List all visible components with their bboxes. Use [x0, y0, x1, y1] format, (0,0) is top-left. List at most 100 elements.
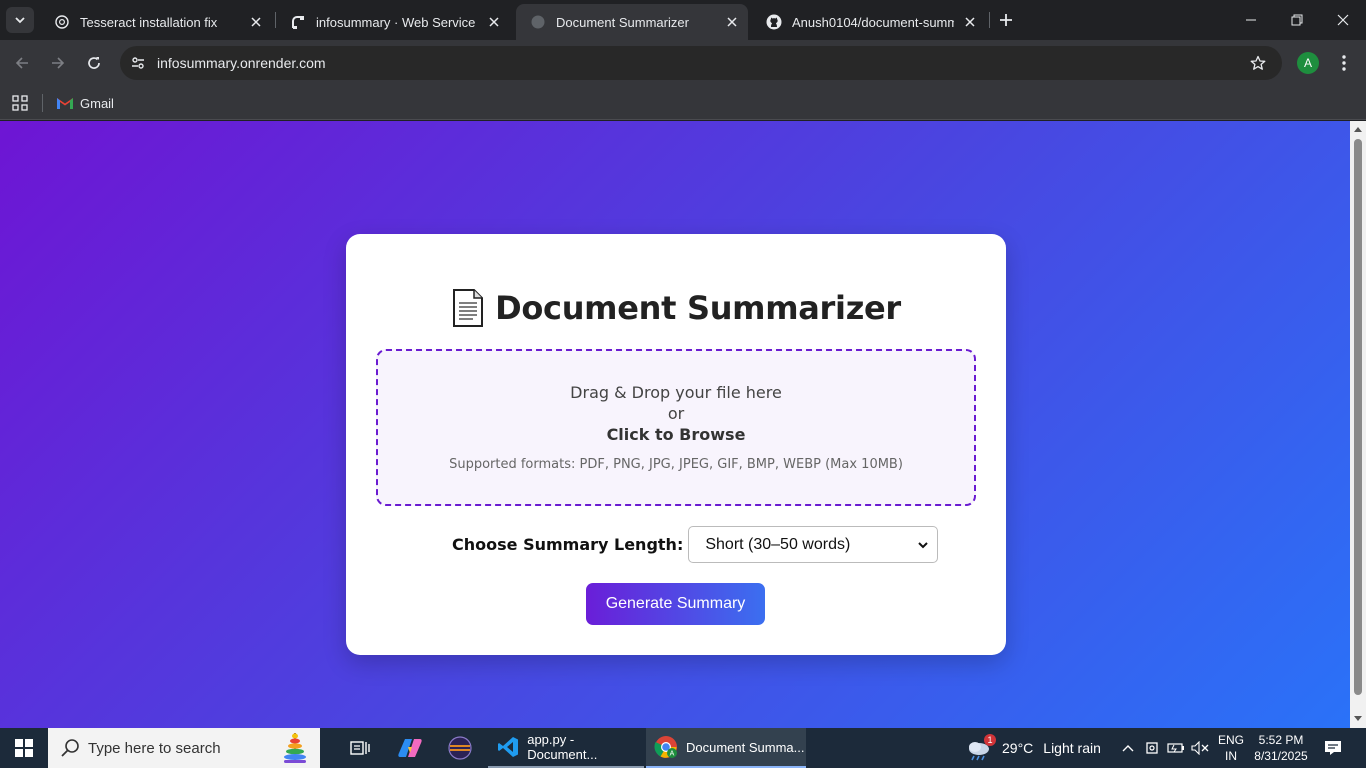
volume-muted-icon[interactable] [1190, 738, 1210, 758]
tab-separator [989, 12, 990, 28]
clock-date: 8/31/2025 [1254, 749, 1308, 763]
scroll-down-icon[interactable] [1353, 714, 1363, 724]
meet-now-icon[interactable] [1142, 738, 1162, 758]
arrow-left-icon [15, 57, 28, 69]
tab-title: Tesseract installation fix [80, 14, 218, 30]
chevron-up-icon [1122, 745, 1134, 752]
summary-length-label: Choose Summary Length: [452, 535, 684, 554]
minimize-icon [1246, 19, 1256, 21]
search-icon [61, 739, 79, 757]
tab-github[interactable]: Anush0104/document-summarizer [752, 4, 986, 40]
summarizer-card: Document Summarizer Drag & Drop your fil… [346, 234, 1006, 655]
language-code: ENG [1217, 733, 1244, 747]
close-icon[interactable] [246, 12, 266, 32]
close-icon[interactable] [960, 12, 980, 32]
tab-tesseract[interactable]: Tesseract installation fix [40, 4, 272, 40]
page-title: Document Summarizer [346, 289, 1006, 327]
summary-length-row: Choose Summary Length: Short (30–50 word… [452, 526, 939, 563]
taskbar-app-label: Document Summa... [686, 739, 805, 755]
close-icon[interactable] [722, 12, 742, 32]
tab-search-button[interactable] [6, 7, 34, 33]
page-title-text: Document Summarizer [495, 289, 901, 327]
supported-formats: Supported formats: PDF, PNG, JPG, JPEG, … [449, 457, 903, 472]
tab-title: Anush0104/document-summarizer [792, 14, 954, 30]
reload-icon [88, 57, 100, 69]
bookmark-label: Gmail [80, 95, 114, 111]
close-window-button[interactable] [1320, 0, 1366, 40]
summary-length-select[interactable]: Short (30–50 words) [688, 526, 939, 563]
windows-logo-icon [15, 739, 33, 757]
show-hidden-icons[interactable] [1118, 738, 1138, 758]
rain-cloud-icon: 1 [966, 734, 996, 761]
start-button[interactable] [0, 728, 48, 768]
browse-link[interactable]: Click to Browse [378, 425, 974, 444]
copilot-button[interactable] [386, 728, 434, 768]
page-scrollbar[interactable] [1350, 121, 1366, 728]
language-indicator[interactable]: ENG IN [1216, 732, 1246, 764]
profile-avatar[interactable]: A [1297, 52, 1319, 74]
forward-button[interactable] [44, 49, 72, 77]
scrollbar-thumb[interactable] [1354, 139, 1362, 695]
browser-toolbar: infosummary.onrender.com A [0, 40, 1366, 86]
reload-button[interactable] [80, 49, 108, 77]
ring-stack-toy-icon [284, 733, 306, 763]
page-viewport: Document Summarizer Drag & Drop your fil… [0, 121, 1350, 728]
copilot-icon [398, 739, 422, 757]
svg-text:A: A [670, 751, 675, 758]
eclipse-button[interactable] [436, 728, 484, 768]
taskbar-app-label: app.py - Document... [527, 732, 598, 762]
taskbar-search-box[interactable]: Type here to search [48, 728, 320, 768]
new-tab-button[interactable] [994, 8, 1018, 32]
tab-document-summarizer[interactable]: Document Summarizer [516, 4, 748, 40]
tab-render[interactable]: infosummary · Web Service · Render [276, 4, 510, 40]
weather-widget[interactable]: 1 29°C Light rain [966, 728, 1101, 768]
eclipse-icon [448, 736, 472, 760]
battery-icon[interactable] [1166, 738, 1186, 758]
search-placeholder: Type here to search [88, 739, 221, 757]
taskbar-app-vscode[interactable]: app.py - Document... [488, 728, 644, 768]
document-icon [453, 289, 484, 327]
tab-strip: Tesseract installation fix infosummary ·… [0, 0, 1366, 40]
generate-summary-button[interactable]: Generate Summary [586, 583, 765, 625]
more-options-icon[interactable] [1332, 50, 1356, 76]
restore-button[interactable] [1274, 0, 1320, 40]
back-button[interactable] [8, 49, 36, 77]
dropzone-or: or [667, 404, 685, 423]
github-icon [766, 14, 782, 30]
minimize-button[interactable] [1228, 0, 1274, 40]
system-clock[interactable]: 5:52 PM 8/31/2025 [1252, 732, 1310, 764]
notification-center-button[interactable] [1320, 736, 1346, 760]
url-text[interactable]: infosummary.onrender.com [157, 55, 326, 71]
close-icon [1337, 14, 1349, 26]
notification-icon [1325, 741, 1341, 755]
scroll-up-icon[interactable] [1353, 124, 1363, 134]
render-icon [290, 14, 306, 30]
loading-globe-icon [530, 14, 546, 30]
restore-icon [1291, 14, 1303, 26]
task-view-icon [350, 741, 370, 755]
address-bar[interactable]: infosummary.onrender.com [120, 46, 1282, 80]
dropzone-instruction: Drag & Drop your file here [570, 383, 782, 402]
vscode-icon [496, 735, 519, 759]
tab-title: Document Summarizer [556, 14, 689, 30]
arrow-right-icon [52, 57, 65, 69]
bookmark-separator [42, 94, 43, 112]
openai-icon [54, 14, 70, 30]
file-dropzone[interactable]: Drag & Drop your file here or Click to B… [376, 349, 976, 506]
bookmark-gmail[interactable]: Gmail [56, 91, 114, 115]
chevron-down-icon [15, 17, 25, 24]
site-settings-icon[interactable] [126, 51, 150, 75]
weather-temp: 29°C [1002, 740, 1034, 756]
weather-condition: Light rain [1043, 740, 1101, 756]
apps-grid-icon[interactable] [10, 93, 30, 113]
language-region: IN [1225, 749, 1237, 763]
tab-title: infosummary · Web Service · Render [316, 14, 478, 30]
taskbar-app-chrome[interactable]: A Document Summa... [646, 728, 806, 768]
bookmarks-bar: Gmail [0, 86, 1366, 120]
bookmark-star-icon[interactable] [1248, 53, 1268, 73]
close-icon[interactable] [484, 12, 504, 32]
weather-badge: 1 [984, 734, 996, 746]
chrome-icon: A [654, 735, 678, 759]
task-view-button[interactable] [336, 728, 384, 768]
summary-length-value: Short (30–50 words) [705, 535, 851, 553]
